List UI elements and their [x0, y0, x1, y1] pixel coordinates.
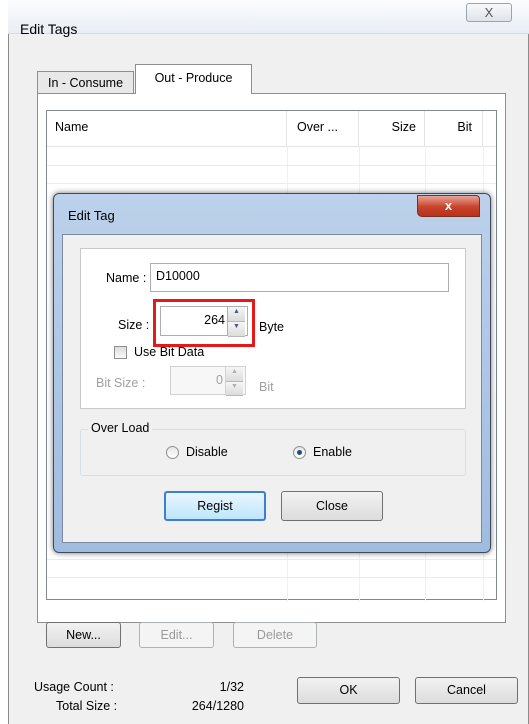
cancel-button[interactable]: Cancel: [415, 677, 518, 704]
close-icon: X: [484, 5, 494, 20]
overload-group-label: Over Load: [88, 421, 153, 435]
close-button[interactable]: Close: [281, 491, 383, 521]
regist-button[interactable]: Regist: [164, 491, 266, 521]
list-row-line: [47, 165, 496, 166]
bit-size-value: 0: [216, 373, 223, 387]
new-button[interactable]: New...: [46, 622, 121, 648]
list-row-line: [47, 183, 496, 184]
bit-size-label: Bit Size :: [96, 376, 146, 390]
use-bit-data-checkbox[interactable]: [114, 346, 127, 359]
list-row-line: [47, 577, 496, 578]
usage-count-value: 1/32: [219, 680, 244, 694]
size-unit-label: Byte: [259, 320, 285, 334]
enable-radio[interactable]: [293, 446, 306, 459]
disable-label: Disable: [186, 445, 228, 459]
window-title: Edit Tags: [20, 21, 78, 37]
dialog-close-button[interactable]: x: [417, 195, 480, 217]
column-header-overload[interactable]: Over ...: [287, 111, 359, 146]
highlight-box: [153, 299, 255, 347]
overload-group: [80, 429, 466, 476]
close-icon: x: [444, 198, 453, 213]
bit-size-stepper[interactable]: 0 ▲ ▼: [170, 366, 246, 396]
column-header-name[interactable]: Name: [47, 111, 287, 146]
edit-button[interactable]: Edit...: [139, 622, 214, 648]
usage-count-label: Usage Count :: [34, 680, 114, 694]
ok-button[interactable]: OK: [297, 677, 400, 704]
use-bit-data-label: Use Bit Data: [134, 345, 205, 359]
dialog-title: Edit Tag: [68, 208, 115, 223]
bit-unit-label: Bit: [259, 380, 274, 394]
total-size-label: Total Size :: [56, 699, 118, 713]
tab-in-consume[interactable]: In - Consume: [37, 71, 134, 94]
size-label: Size :: [118, 318, 150, 332]
window-title-bar: [8, 0, 529, 34]
name-label: Name :: [106, 271, 147, 285]
enable-label: Enable: [313, 445, 352, 459]
spin-up-icon[interactable]: ▲: [226, 367, 243, 382]
list-row-line: [47, 559, 496, 560]
window-close-button[interactable]: X: [466, 3, 512, 22]
tab-out-produce[interactable]: Out - Produce: [135, 64, 252, 94]
disable-radio[interactable]: [166, 446, 179, 459]
radio-selected-dot: [297, 450, 302, 455]
list-header-divider: [47, 146, 496, 147]
bit-size-spinner[interactable]: ▲ ▼: [225, 367, 243, 396]
delete-button[interactable]: Delete: [233, 622, 317, 648]
name-input[interactable]: D10000: [150, 263, 449, 292]
column-header-size[interactable]: Size: [359, 111, 425, 146]
spin-down-icon[interactable]: ▼: [226, 381, 243, 396]
total-size-value: 264/1280: [191, 699, 244, 713]
column-header-bit[interactable]: Bit: [425, 111, 483, 146]
